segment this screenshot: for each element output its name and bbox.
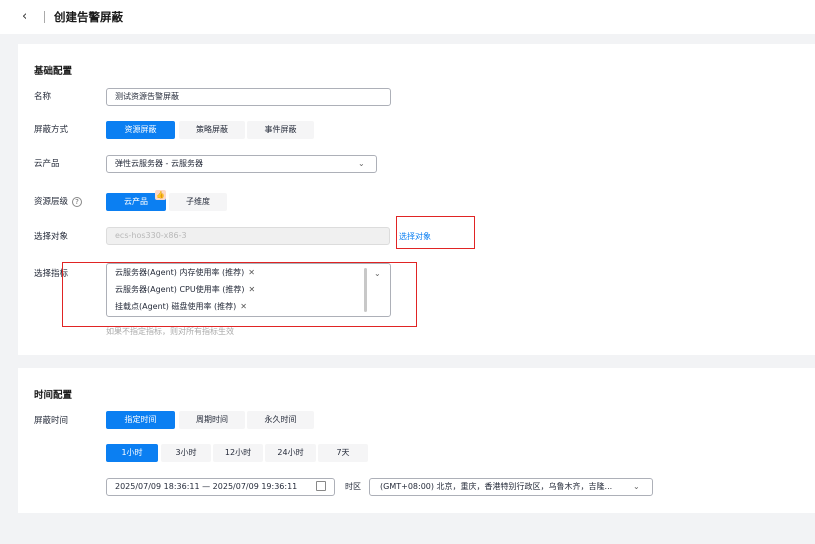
basic-config-card: 基础配置 名称 测试资源告警屏蔽 屏蔽方式 资源屏蔽 策略屏蔽 事件屏蔽 云产品… bbox=[18, 44, 815, 355]
quick-12h-button[interactable]: 12小时 bbox=[213, 444, 263, 462]
timezone-select[interactable]: (GMT+08:00) 北京，重庆，香港特别行政区，乌鲁木齐，吉隆... bbox=[369, 478, 653, 496]
mode-event-button[interactable]: 事件屏蔽 bbox=[247, 121, 314, 139]
chevron-down-icon: ⌄ bbox=[358, 159, 365, 168]
object-input: ecs-hos330-x86-3 bbox=[106, 227, 390, 245]
highlight-box-metrics bbox=[62, 262, 417, 327]
shield-time-label: 屏蔽时间 bbox=[34, 416, 69, 426]
help-icon[interactable]: ? bbox=[72, 196, 83, 207]
time-specified-button[interactable]: 指定时间 bbox=[106, 411, 175, 429]
name-label: 名称 bbox=[34, 92, 52, 102]
quick-3h-button[interactable]: 3小时 bbox=[161, 444, 211, 462]
mode-resource-button[interactable]: 资源屏蔽 bbox=[106, 121, 175, 139]
object-label: 选择对象 bbox=[34, 232, 69, 242]
mode-policy-button[interactable]: 策略屏蔽 bbox=[179, 121, 245, 139]
highlight-box-object bbox=[396, 216, 475, 249]
time-periodic-button[interactable]: 周期时间 bbox=[179, 411, 245, 429]
quick-1h-button[interactable]: 1小时 bbox=[106, 444, 158, 462]
quick-24h-button[interactable]: 24小时 bbox=[265, 444, 316, 462]
time-permanent-button[interactable]: 永久时间 bbox=[247, 411, 314, 429]
level-label: 资源层级? bbox=[34, 196, 83, 208]
mode-label: 屏蔽方式 bbox=[34, 125, 69, 135]
time-range-input[interactable]: 2025/07/09 18:36:11 — 2025/07/09 19:36:1… bbox=[106, 478, 335, 496]
chevron-down-icon: ⌄ bbox=[633, 482, 640, 491]
timezone-label: 时区 bbox=[345, 482, 361, 491]
time-config-card: 时间配置 屏蔽时间 指定时间 周期时间 永久时间 1小时 3小时 12小时 24… bbox=[18, 368, 815, 513]
page-header: ‹ 创建告警屏蔽 bbox=[0, 0, 815, 34]
name-input[interactable]: 测试资源告警屏蔽 bbox=[106, 88, 391, 106]
header-divider bbox=[44, 11, 45, 23]
time-config-title: 时间配置 bbox=[34, 390, 73, 401]
level-subdimension-button[interactable]: 子维度 bbox=[169, 193, 227, 211]
basic-config-title: 基础配置 bbox=[34, 66, 73, 77]
level-label-text: 资源层级 bbox=[34, 197, 69, 207]
metric-hint: 如果不指定指标，则对所有指标生效 bbox=[106, 327, 234, 336]
thumb-badge-icon: 👍 bbox=[155, 190, 166, 200]
product-select[interactable]: 弹性云服务器 - 云服务器 bbox=[106, 155, 377, 173]
product-label: 云产品 bbox=[34, 159, 60, 169]
page-title: 创建告警屏蔽 bbox=[54, 10, 123, 24]
back-icon[interactable]: ‹ bbox=[22, 9, 27, 25]
calendar-icon[interactable] bbox=[316, 481, 326, 491]
product-select-value: 弹性云服务器 - 云服务器 bbox=[115, 159, 203, 168]
quick-7d-button[interactable]: 7天 bbox=[318, 444, 368, 462]
timezone-value: (GMT+08:00) 北京，重庆，香港特别行政区，乌鲁木齐，吉隆... bbox=[380, 482, 613, 491]
